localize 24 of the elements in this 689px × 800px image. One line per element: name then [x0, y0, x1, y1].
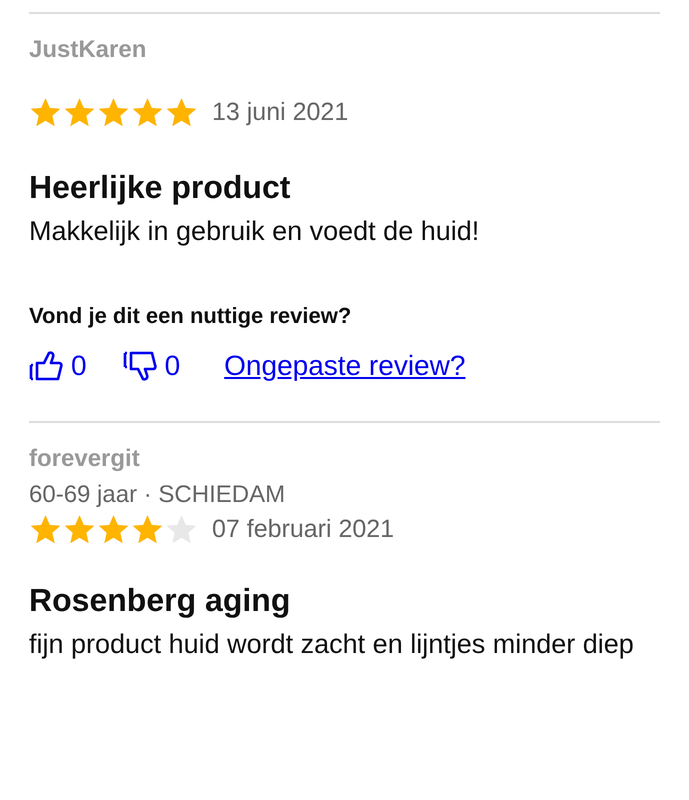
report-link[interactable]: Ongepaste review?	[224, 350, 466, 382]
review-date: 13 juni 2021	[212, 98, 348, 127]
star-icon	[29, 513, 62, 546]
star-icon	[131, 513, 164, 546]
star-icon	[63, 96, 96, 129]
thumbs-up-icon	[29, 349, 65, 383]
thumbs-down-button[interactable]: 0	[122, 349, 180, 383]
review-text: fijn product huid wordt zacht en lijntjes minder diep	[29, 628, 635, 661]
star-icon	[165, 96, 198, 129]
star-icon	[131, 96, 164, 129]
reviewer-name: forevergit	[29, 444, 141, 474]
review-date: 07 februari 2021	[212, 515, 394, 544]
reviewer-name: JustKaren	[29, 35, 148, 65]
helpful-question: Vond je dit een nuttige review?	[29, 303, 352, 329]
thumbs-down-icon	[122, 349, 159, 383]
review-title: Heerlijke product	[29, 168, 292, 207]
thumbs-up-button[interactable]: 0	[29, 349, 87, 383]
review-text: Makkelijk in gebruik en voedt de huid!	[29, 215, 480, 248]
review-title: Rosenberg aging	[29, 581, 292, 620]
star-icon	[97, 513, 130, 546]
star-icon	[97, 96, 130, 129]
star-icon	[63, 513, 96, 546]
reviewer-info: 60-69 jaar · SCHIEDAM	[29, 480, 286, 510]
star-icon	[29, 96, 62, 129]
